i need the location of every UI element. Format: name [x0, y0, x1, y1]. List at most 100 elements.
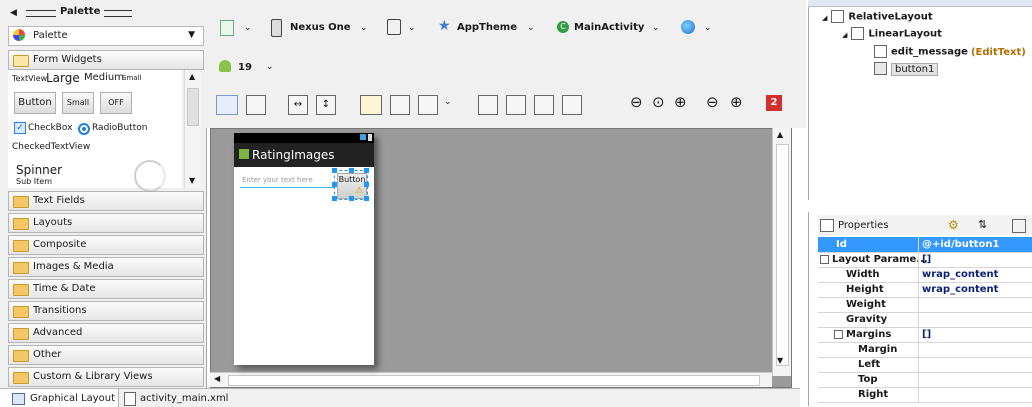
category-custom-library-views[interactable]: Custom & Library Views — [8, 367, 204, 387]
tree-collapse-icon[interactable] — [820, 255, 829, 264]
chevron-down-icon[interactable]: ⌄ — [266, 62, 274, 72]
tree-expand-icon[interactable]: ◢ — [822, 14, 827, 22]
chevron-down-icon[interactable]: ⌄ — [408, 23, 416, 33]
collapse-left-icon[interactable]: ◀ — [10, 8, 17, 18]
zoom-actual-icon[interactable]: ⊕ — [674, 93, 687, 111]
category-text-fields[interactable]: Text Fields — [8, 191, 204, 211]
resize-handle[interactable] — [349, 168, 354, 173]
rotate-device-icon[interactable] — [387, 19, 401, 35]
device-selector[interactable]: Nexus One — [290, 22, 351, 33]
resize-handle[interactable] — [332, 168, 337, 173]
category-layouts[interactable]: Layouts — [8, 213, 204, 233]
outline-item[interactable]: ◢ LinearLayout — [842, 27, 942, 43]
resize-handle[interactable] — [364, 168, 369, 173]
chevron-down-icon[interactable]: ⌄ — [244, 23, 252, 33]
property-row[interactable]: Margins [] — [818, 327, 1032, 343]
widget-radiobutton[interactable]: RadioButton — [92, 123, 147, 133]
horizontal-orientation-icon[interactable] — [216, 95, 238, 115]
collapse-all-icon[interactable] — [1012, 219, 1026, 233]
gravity-icon[interactable] — [418, 95, 438, 115]
widget-toggle-button[interactable]: OFF — [100, 92, 132, 114]
palette-dropdown[interactable]: Palette ▼ — [8, 26, 204, 46]
resize-handle[interactable] — [364, 196, 369, 201]
property-row[interactable]: Right — [818, 387, 1032, 403]
tree-collapse-icon[interactable] — [834, 330, 843, 339]
widget-small-button[interactable]: Small — [62, 92, 94, 114]
theme-selector[interactable]: AppTheme — [457, 22, 517, 33]
property-value[interactable]: wrap_content — [922, 269, 998, 280]
resize-handle[interactable] — [332, 196, 337, 201]
property-row[interactable]: Margin — [818, 342, 1032, 358]
widget-textview[interactable]: TextView — [12, 74, 47, 83]
outline-item[interactable]: ◢ RelativeLayout — [822, 10, 933, 26]
clear-weights-icon[interactable] — [506, 95, 526, 115]
widget-spinner[interactable]: Spinner — [16, 163, 62, 177]
layout-file-icon[interactable] — [220, 20, 234, 36]
chevron-down-icon[interactable]: ⌄ — [444, 97, 452, 107]
button1-selection[interactable]: Button ⚠ — [332, 168, 369, 201]
edit-message-field[interactable]: Enter your text here — [240, 173, 334, 188]
property-row[interactable]: Height wrap_content — [818, 282, 1032, 298]
chevron-down-icon[interactable]: ⌄ — [360, 23, 368, 33]
category-advanced[interactable]: Advanced — [8, 323, 204, 343]
category-composite[interactable]: Composite — [8, 235, 204, 255]
vertical-orientation-icon[interactable] — [246, 95, 266, 115]
property-value[interactable]: [] — [922, 329, 931, 340]
outline-item[interactable]: button1 — [874, 62, 939, 78]
property-value[interactable]: [] — [922, 254, 931, 265]
activity-selector[interactable]: MainActivity — [574, 22, 644, 33]
widget-checkedtextview[interactable]: CheckedTextView — [12, 142, 90, 152]
api-level-selector[interactable]: 19 — [238, 62, 252, 73]
widget-medium[interactable]: Medium — [84, 72, 124, 83]
palette-scrollbar[interactable]: ▲ ▼ — [184, 70, 201, 188]
property-value[interactable]: wrap_content — [922, 284, 998, 295]
chevron-down-icon[interactable]: ⌄ — [704, 23, 712, 33]
error-count-badge[interactable]: 2 — [766, 95, 782, 111]
palette-header[interactable]: ◀ Palette — [0, 6, 206, 24]
category-form-widgets[interactable]: Form Widgets — [8, 50, 204, 70]
zoom-fit-icon[interactable]: ⊖ — [630, 93, 643, 111]
property-value[interactable]: @+id/button1 — [922, 239, 999, 250]
widget-small[interactable]: Small — [122, 74, 141, 82]
zoom-out-icon[interactable]: ⊖ — [706, 93, 719, 111]
assign-weight-icon[interactable] — [534, 95, 554, 115]
resize-handle[interactable] — [332, 182, 337, 187]
outline-item[interactable]: edit_message (EditText) — [874, 45, 1026, 61]
widget-two-line-sub[interactable]: Sub Item — [16, 177, 52, 186]
chevron-down-icon[interactable]: ⌄ — [652, 23, 660, 33]
change-weight-icon[interactable] — [562, 95, 582, 115]
canvas-vertical-scrollbar[interactable]: ▲ ▼ — [772, 128, 791, 376]
scroll-thumb[interactable] — [776, 144, 789, 366]
scroll-thumb[interactable] — [187, 88, 199, 126]
tab-xml[interactable]: activity_main.xml — [120, 389, 240, 407]
distribute-weights-icon[interactable] — [478, 95, 498, 115]
sort-az-icon[interactable]: ⇅ — [978, 218, 987, 231]
scroll-thumb[interactable] — [228, 375, 760, 386]
scroll-down-icon[interactable]: ▼ — [189, 176, 195, 185]
chevron-down-icon[interactable]: ⌄ — [527, 23, 535, 33]
margins-icon[interactable] — [390, 95, 410, 115]
property-row[interactable]: Gravity — [818, 312, 1032, 328]
scroll-up-icon[interactable]: ▲ — [189, 72, 195, 81]
scroll-left-icon[interactable]: ◀ — [214, 374, 220, 383]
category-time-date[interactable]: Time & Date — [8, 279, 204, 299]
widget-large[interactable]: Large — [46, 71, 80, 85]
locale-globe-icon[interactable] — [681, 20, 695, 34]
category-images-media[interactable]: Images & Media — [8, 257, 204, 277]
property-row[interactable]: Weight — [818, 297, 1032, 313]
progress-spinner-icon[interactable] — [134, 160, 166, 192]
category-transitions[interactable]: Transitions — [8, 301, 204, 321]
property-row[interactable]: Id @+id/button1 — [818, 237, 1032, 253]
show-advanced-icon[interactable]: ⚙ — [948, 218, 959, 232]
property-row[interactable]: Layout Parame...[] — [818, 252, 1032, 268]
widget-checkbox[interactable]: CheckBox — [28, 123, 72, 133]
scroll-down-icon[interactable]: ▼ — [777, 356, 783, 365]
property-row[interactable]: Width wrap_content — [818, 267, 1032, 283]
widget-button[interactable]: Button — [14, 92, 56, 114]
toggle-fill-height-icon[interactable]: ↕ — [316, 95, 336, 115]
resize-handle[interactable] — [364, 182, 369, 187]
property-row[interactable]: Top — [818, 372, 1032, 388]
tree-expand-icon[interactable]: ◢ — [842, 31, 847, 39]
device-preview[interactable]: RatingImages Enter your text here Button… — [234, 133, 374, 365]
resize-handle[interactable] — [349, 196, 354, 201]
